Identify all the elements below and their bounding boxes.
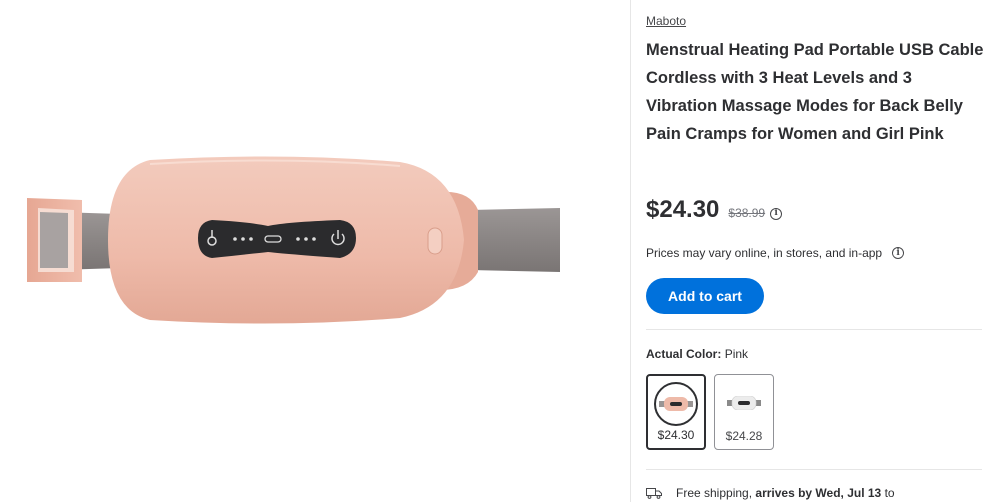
price-row: $24.30 $38.99 i (646, 196, 783, 228)
color-label-key: Actual Color: (646, 347, 722, 361)
section-divider (646, 469, 982, 470)
variant-thumbnail (722, 381, 766, 425)
variant-price: $24.28 (725, 429, 763, 443)
variant-swatch-pink[interactable]: $24.30 (646, 374, 706, 450)
product-info: Maboto Menstrual Heating Pad Portable US… (646, 0, 986, 502)
product-image (27, 156, 560, 324)
pane-divider (630, 0, 631, 502)
color-value: Pink (724, 347, 749, 361)
variant-pad-image (727, 396, 761, 410)
product-title: Menstrual Heating Pad Portable USB Cable… (646, 41, 984, 143)
info-icon[interactable]: i (770, 207, 783, 220)
variant-swatch-white[interactable]: $24.28 (714, 374, 774, 450)
brand-link[interactable]: Maboto (646, 14, 686, 28)
shipping-suffix: to (884, 486, 895, 500)
product-image-pane[interactable] (0, 0, 630, 502)
was-price: $38.99 (728, 206, 766, 220)
variant-pad-image (659, 397, 693, 411)
current-price: $24.30 (646, 196, 720, 223)
variant-thumbnail (654, 382, 698, 426)
price-disclaimer: Prices may vary online, in stores, and i… (646, 246, 905, 260)
truck-icon (646, 488, 662, 499)
section-divider (646, 329, 982, 330)
price-disclaimer-text: Prices may vary online, in stores, and i… (646, 246, 883, 260)
info-icon[interactable]: i (892, 247, 905, 259)
add-to-cart-button[interactable]: Add to cart (646, 278, 764, 314)
shipping-info: Free shipping, arrives by Wed, Jul 13 to (646, 486, 895, 500)
color-label: Actual Color: Pink (646, 347, 748, 361)
shipping-prefix: Free shipping, (676, 486, 753, 500)
variant-price: $24.30 (657, 428, 695, 442)
shipping-arrival: arrives by Wed, Jul 13 (755, 486, 882, 500)
